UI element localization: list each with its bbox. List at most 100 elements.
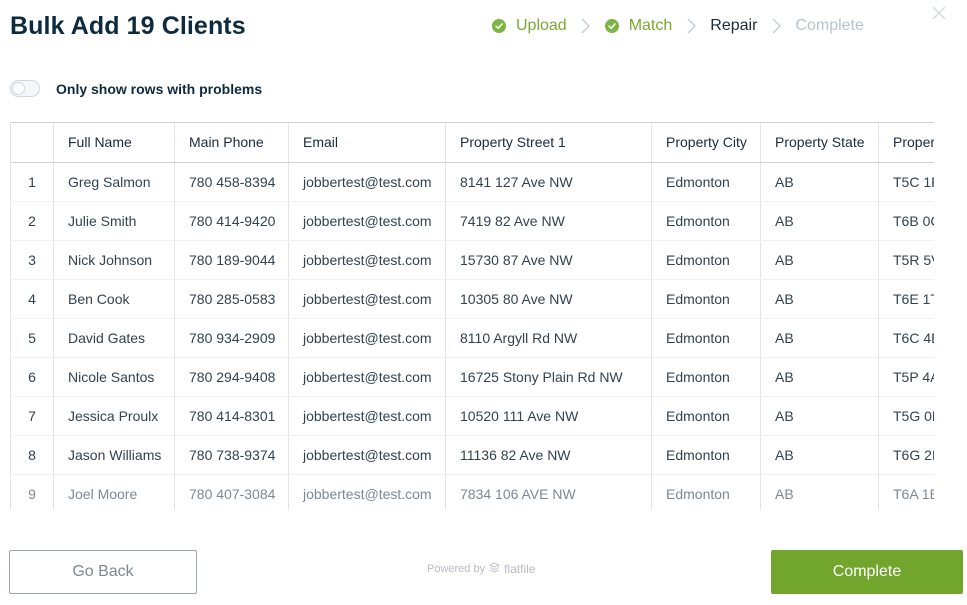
cell[interactable]: T6G 2I (878, 435, 934, 475)
cell[interactable]: AB (760, 201, 879, 241)
cell[interactable]: Nick Johnson (53, 240, 175, 280)
problems-toggle[interactable] (10, 80, 40, 97)
go-back-button[interactable]: Go Back (9, 550, 197, 594)
cell[interactable]: 780 285-0583 (174, 279, 289, 319)
row-index: 4 (10, 279, 54, 319)
row-index: 6 (10, 357, 54, 397)
cell[interactable]: jobbertest@test.com (288, 435, 446, 475)
cell[interactable]: AB (760, 474, 879, 510)
cell[interactable]: AB (760, 435, 879, 475)
cell[interactable]: AB (760, 162, 879, 202)
cell[interactable]: 7834 106 AVE NW (445, 474, 652, 510)
row-index: 1 (10, 162, 54, 202)
cell[interactable]: jobbertest@test.com (288, 474, 446, 510)
cell[interactable]: Edmonton (651, 435, 761, 475)
cell[interactable]: Jason Williams (53, 435, 175, 475)
cell[interactable]: 15730 87 Ave NW (445, 240, 652, 280)
cell[interactable]: jobbertest@test.com (288, 357, 446, 397)
cell[interactable]: Edmonton (651, 279, 761, 319)
column-header-property-zip: Proper (878, 123, 934, 163)
step-label: Complete (795, 17, 864, 34)
table-row: 7 Jessica Proulx 780 414-8301 jobbertest… (10, 396, 934, 436)
close-icon[interactable] (930, 4, 948, 22)
table-header-row: Full Name Main Phone Email Property Stre… (10, 123, 934, 163)
step-repair: Repair (710, 17, 757, 35)
page-title: Bulk Add 19 Clients (10, 12, 246, 40)
cell[interactable]: T6C 4E (878, 318, 934, 358)
cell[interactable]: 780 294-9408 (174, 357, 289, 397)
cell[interactable]: jobbertest@test.com (288, 318, 446, 358)
chevron-right-icon (567, 18, 605, 34)
cell[interactable]: Edmonton (651, 201, 761, 241)
cell[interactable]: AB (760, 240, 879, 280)
check-circle-icon (492, 19, 506, 33)
column-header-main-phone: Main Phone (174, 123, 289, 163)
table-row: 9 Joel Moore 780 407-3084 jobbertest@tes… (10, 474, 934, 510)
step-match: Match (604, 17, 673, 35)
cell[interactable]: AB (760, 357, 879, 397)
cell[interactable]: T5G 0E (878, 396, 934, 436)
check-circle-icon (604, 19, 619, 33)
cell[interactable]: jobbertest@test.com (288, 279, 446, 319)
cell[interactable]: Nicole Santos (53, 357, 175, 397)
chevron-right-icon (672, 18, 710, 34)
cell[interactable]: 780 414-9420 (174, 201, 289, 241)
cell[interactable]: AB (760, 396, 879, 436)
table-row: 1 Greg Salmon 780 458-8394 jobbertest@te… (10, 162, 934, 202)
cell[interactable]: AB (760, 318, 879, 358)
cell[interactable]: 780 189-9044 (174, 240, 289, 280)
cell[interactable]: Joel Moore (53, 474, 175, 510)
cell[interactable]: jobbertest@test.com (288, 162, 446, 202)
step-label: Match (628, 17, 673, 34)
cell[interactable]: 8110 Argyll Rd NW (445, 318, 652, 358)
cell[interactable]: Edmonton (651, 162, 761, 202)
cell[interactable]: 780 458-8394 (174, 162, 289, 202)
row-index: 5 (10, 318, 54, 358)
cell[interactable]: 10520 111 Ave NW (445, 396, 652, 436)
cell[interactable]: jobbertest@test.com (288, 201, 446, 241)
data-table-container[interactable]: Full Name Main Phone Email Property Stre… (10, 122, 934, 510)
cell[interactable]: Edmonton (651, 318, 761, 358)
cell[interactable]: 11136 82 Ave NW (445, 435, 652, 475)
step-complete: Complete (795, 17, 863, 35)
complete-button[interactable]: Complete (771, 550, 963, 594)
cell[interactable]: 780 407-3084 (174, 474, 289, 510)
cell[interactable]: jobbertest@test.com (288, 240, 446, 280)
step-upload: Upload (492, 17, 567, 35)
powered-by: Powered by flatfile (427, 562, 535, 576)
cell[interactable]: Ben Cook (53, 279, 175, 319)
column-header-index (10, 123, 54, 163)
step-label: Repair (710, 17, 758, 34)
cell[interactable]: T6A 1E (878, 474, 934, 510)
brand-name: flatfile (504, 562, 536, 576)
cell[interactable]: 16725 Stony Plain Rd NW (445, 357, 652, 397)
cell[interactable]: AB (760, 279, 879, 319)
cell[interactable]: T5P 4A (878, 357, 934, 397)
cell[interactable]: Edmonton (651, 474, 761, 510)
cell[interactable]: Julie Smith (53, 201, 175, 241)
step-label: Upload (516, 17, 567, 34)
cell[interactable]: T5R 5V (878, 240, 934, 280)
flatfile-logo-icon (488, 562, 501, 576)
cell[interactable]: Edmonton (651, 357, 761, 397)
cell[interactable]: 7419 82 Ave NW (445, 201, 652, 241)
toggle-knob (12, 82, 25, 95)
cell[interactable]: T5C 1F (878, 162, 934, 202)
row-index: 8 (10, 435, 54, 475)
cell[interactable]: David Gates (53, 318, 175, 358)
cell[interactable]: 780 934-2909 (174, 318, 289, 358)
cell[interactable]: 780 414-8301 (174, 396, 289, 436)
cell[interactable]: T6E 1T (878, 279, 934, 319)
data-table: Full Name Main Phone Email Property Stre… (10, 123, 934, 510)
cell[interactable]: Edmonton (651, 396, 761, 436)
cell[interactable]: 780 738-9374 (174, 435, 289, 475)
cell[interactable]: 10305 80 Ave NW (445, 279, 652, 319)
toggle-label: Only show rows with problems (56, 81, 263, 97)
cell[interactable]: Jessica Proulx (53, 396, 175, 436)
cell[interactable]: T6B 0C (878, 201, 934, 241)
cell[interactable]: 8141 127 Ave NW (445, 162, 652, 202)
cell[interactable]: jobbertest@test.com (288, 396, 446, 436)
cell[interactable]: Greg Salmon (53, 162, 175, 202)
cell[interactable]: Edmonton (651, 240, 761, 280)
table-row: 3 Nick Johnson 780 189-9044 jobbertest@t… (10, 240, 934, 280)
